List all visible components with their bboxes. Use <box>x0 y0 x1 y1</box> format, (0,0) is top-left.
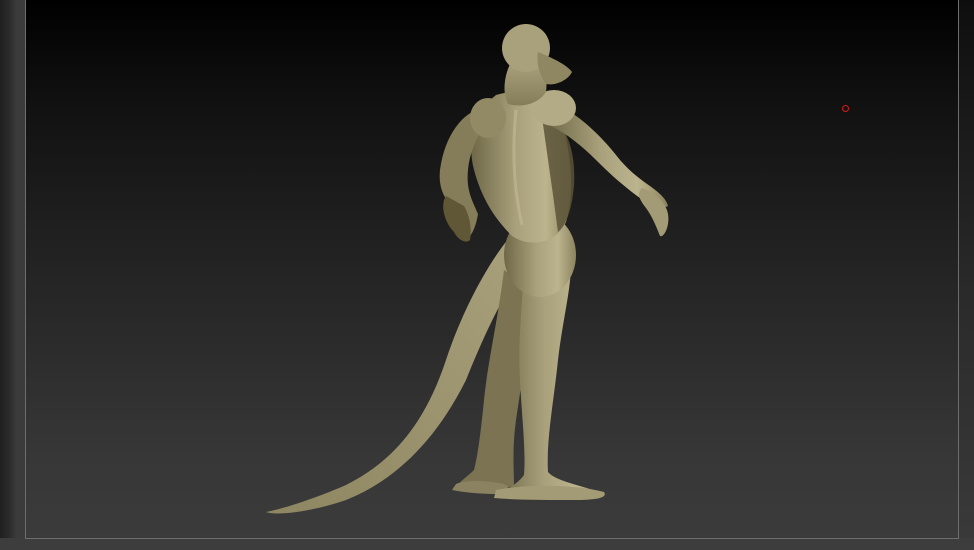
right-shelf <box>958 0 974 550</box>
near-hand <box>639 188 669 237</box>
red-circle-cursor-icon <box>842 105 849 112</box>
sculpted-creature-model[interactable] <box>26 0 958 538</box>
sculpt-app-window <box>0 0 974 550</box>
far-shoulder <box>470 98 506 138</box>
left-shelf <box>0 0 16 550</box>
bottom-shelf <box>0 538 974 550</box>
3d-viewport[interactable] <box>25 0 959 539</box>
near-foot <box>494 485 605 500</box>
